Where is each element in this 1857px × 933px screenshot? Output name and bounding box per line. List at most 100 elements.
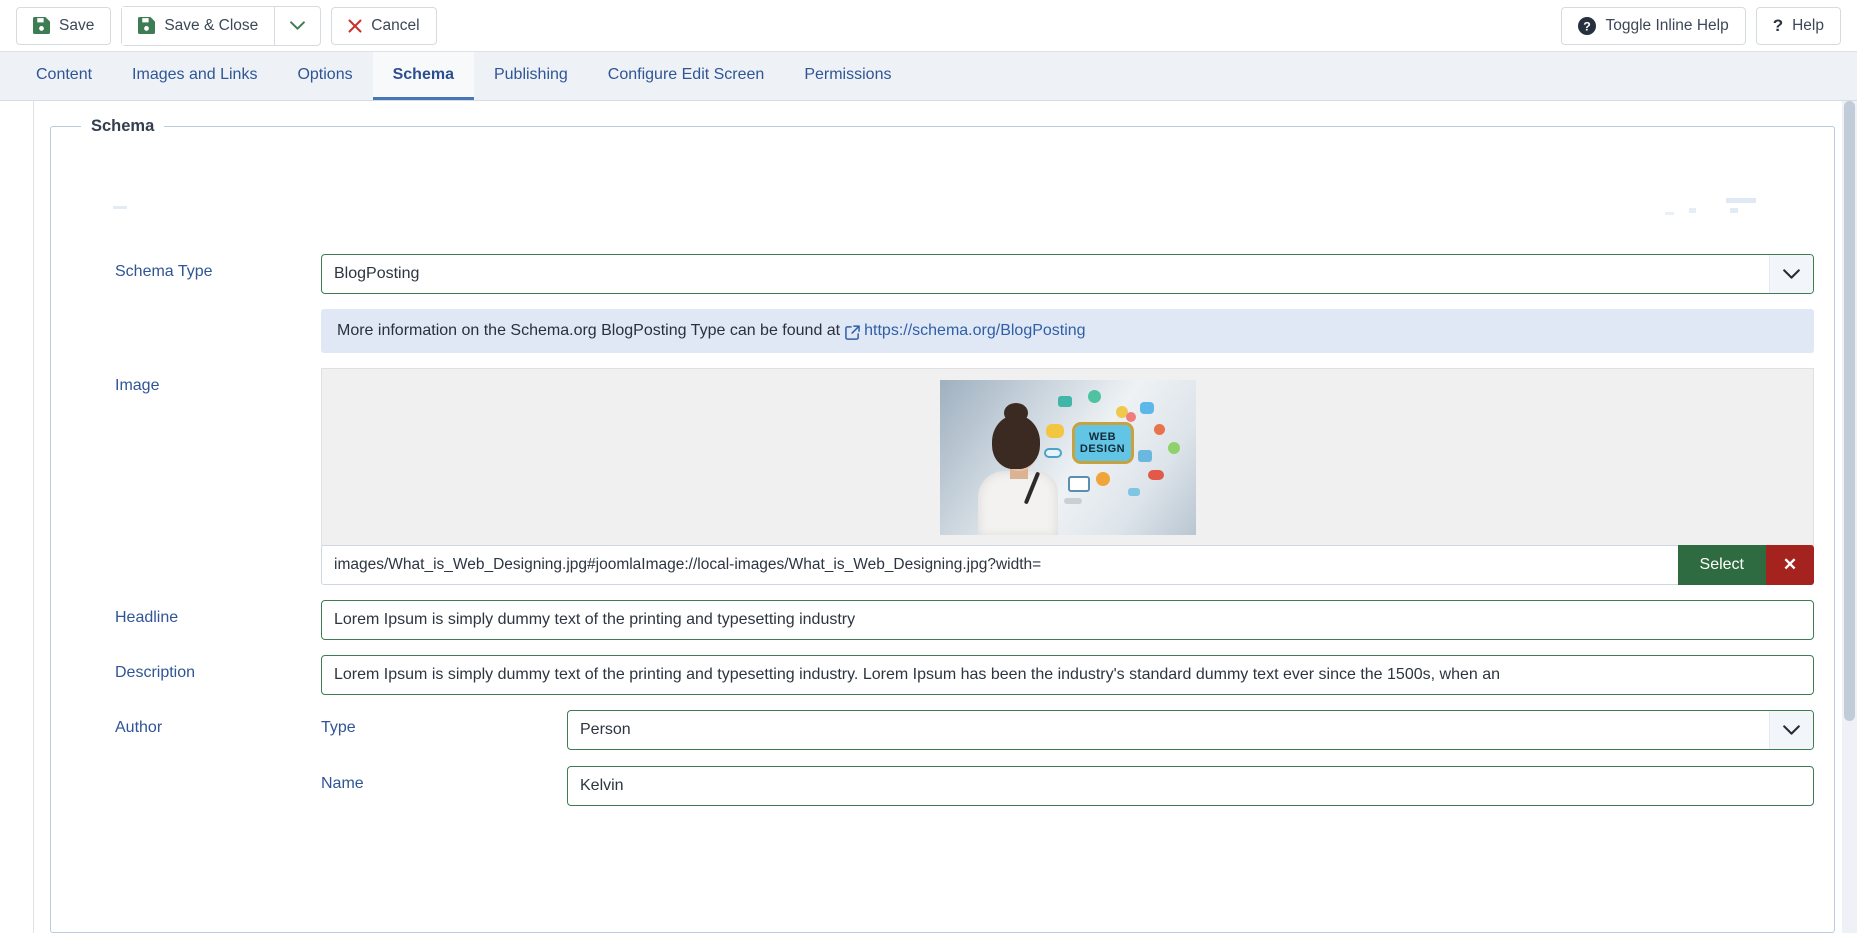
save-disk-icon: [33, 17, 50, 34]
save-button[interactable]: Save: [16, 6, 112, 45]
page-body: Schema Schema Type BlogPosting More info…: [0, 101, 1857, 933]
chevron-down-icon: [290, 21, 306, 30]
doodle-icon: [1125, 411, 1136, 422]
image-input-row: Select ✕: [321, 545, 1814, 585]
author-name-control: [567, 766, 1814, 806]
toolbar: Save Save & Close Cancel ? Toggle Inline…: [0, 0, 1857, 52]
schema-fieldset: Schema Schema Type BlogPosting More info…: [50, 117, 1835, 933]
info-alert-spacer: [71, 309, 321, 318]
doodle-icon: [1147, 469, 1164, 480]
doodle-icon: [1067, 475, 1090, 492]
save-button-label: Save: [59, 16, 95, 34]
toggle-inline-help-button[interactable]: ? Toggle Inline Help: [1561, 6, 1746, 45]
ghost-artifact-right-1: [1726, 198, 1756, 203]
tab-permissions[interactable]: Permissions: [784, 52, 911, 100]
description-label: Description: [115, 664, 196, 681]
ghost-artifact-left: [113, 206, 127, 209]
schema-form-content: Schema Schema Type BlogPosting More info…: [34, 101, 1857, 933]
help-button-label: Help: [1792, 16, 1824, 34]
row-author-name: Name: [321, 766, 1814, 806]
doodle-icon: [1057, 395, 1072, 407]
author-name-label: Name: [321, 775, 364, 792]
external-link-icon: [845, 324, 860, 340]
schema-type-chevron[interactable]: [1769, 255, 1813, 293]
save-and-close-button[interactable]: Save & Close: [122, 6, 275, 45]
chevron-down-icon: [1783, 269, 1800, 279]
row-schema-info: More information on the Schema.org BlogP…: [71, 309, 1814, 353]
question-mark-icon: ?: [1772, 16, 1784, 35]
chevron-down-icon: [1783, 725, 1800, 735]
help-button[interactable]: ? Help: [1755, 6, 1841, 45]
author-block: Type Person Name Kelvin: [321, 710, 1814, 806]
schema-type-label: Schema Type: [115, 263, 213, 280]
schema-info-alert: More information on the Schema.org BlogP…: [321, 309, 1814, 353]
save-and-close-label: Save & Close: [164, 16, 259, 34]
headline-input[interactable]: [321, 600, 1814, 640]
image-clear-button[interactable]: ✕: [1766, 545, 1814, 585]
image-preview-panel: WEB DESIGN: [321, 368, 1814, 546]
image-control: WEB DESIGN images/What_is_Web_Designing.…: [321, 368, 1814, 585]
schema-type-control: BlogPosting: [321, 254, 1814, 294]
row-headline: Headline: [71, 600, 1814, 640]
author-type-value: Person: [580, 721, 631, 738]
description-input[interactable]: [321, 655, 1814, 695]
tab-options[interactable]: Options: [277, 52, 372, 100]
tab-configure-edit-screen[interactable]: Configure Edit Screen: [588, 52, 785, 100]
person-hair: [991, 414, 1040, 469]
ghost-artifact-right-2: [1730, 208, 1738, 213]
schema-org-link[interactable]: https://schema.org/BlogPosting: [864, 322, 1085, 340]
doodle-icon: [1137, 449, 1152, 462]
tab-bar: Content Images and Links Options Schema …: [0, 52, 1857, 101]
web-design-badge: WEB DESIGN: [1071, 421, 1134, 464]
tab-publishing[interactable]: Publishing: [474, 52, 588, 100]
schema-fieldset-legend: Schema: [91, 117, 155, 135]
tab-images-and-links[interactable]: Images and Links: [112, 52, 277, 100]
cancel-button[interactable]: Cancel: [331, 6, 437, 45]
doodle-icon: [1063, 497, 1082, 504]
fieldset-top-gap: [71, 136, 1814, 254]
image-label: Image: [115, 377, 160, 394]
row-image: Image WEB DESIGN images/What_is_Web_Desi…: [71, 368, 1814, 585]
author-type-chevron[interactable]: [1769, 711, 1813, 749]
row-author: Author Type Person Name Kelvin: [71, 710, 1814, 806]
save-dropdown-toggle[interactable]: [274, 6, 321, 45]
ghost-artifact-right-3: [1689, 208, 1696, 213]
doodle-icon: [1127, 487, 1140, 496]
doodle-icon: [1153, 423, 1165, 435]
headline-label: Headline: [115, 609, 179, 626]
row-description: Description: [71, 655, 1814, 695]
author-type-select[interactable]: Person: [567, 710, 1814, 750]
toggle-inline-help-label: Toggle Inline Help: [1605, 16, 1729, 34]
row-author-type: Type Person: [321, 710, 1814, 750]
scrollbar-thumb[interactable]: [1844, 101, 1855, 721]
image-url-input[interactable]: [321, 545, 1678, 585]
author-label: Author: [115, 719, 163, 736]
tab-schema[interactable]: Schema: [372, 52, 474, 100]
left-rail: [0, 101, 34, 933]
vertical-scrollbar[interactable]: [1842, 101, 1857, 933]
doodle-icon: [1095, 471, 1110, 486]
image-select-button[interactable]: Select: [1677, 545, 1766, 585]
save-close-group: Save & Close: [121, 5, 322, 46]
web-design-line1: WEB: [1088, 430, 1117, 443]
schema-type-value: BlogPosting: [334, 265, 420, 282]
author-name-input[interactable]: [567, 766, 1814, 806]
image-thumbnail[interactable]: WEB DESIGN: [939, 379, 1196, 535]
info-alert-control: More information on the Schema.org BlogP…: [321, 309, 1814, 353]
person-hair-bun: [1003, 402, 1028, 423]
doodle-icon: [1087, 389, 1101, 403]
ghost-artifact-right-4: [1665, 212, 1674, 215]
save-disk-icon: [138, 17, 156, 34]
row-schema-type: Schema Type BlogPosting: [71, 254, 1814, 294]
doodle-icon: [1139, 401, 1154, 414]
headline-control: [321, 600, 1814, 640]
author-type-label: Type: [321, 719, 356, 736]
author-type-control: Person: [567, 710, 1814, 750]
schema-type-select[interactable]: BlogPosting: [321, 254, 1814, 294]
close-x-icon: [348, 19, 362, 33]
person-body: [977, 470, 1058, 535]
tab-content[interactable]: Content: [16, 52, 112, 100]
description-control: [321, 655, 1814, 695]
doodle-icon: [1167, 441, 1180, 454]
cancel-button-label: Cancel: [371, 16, 420, 34]
